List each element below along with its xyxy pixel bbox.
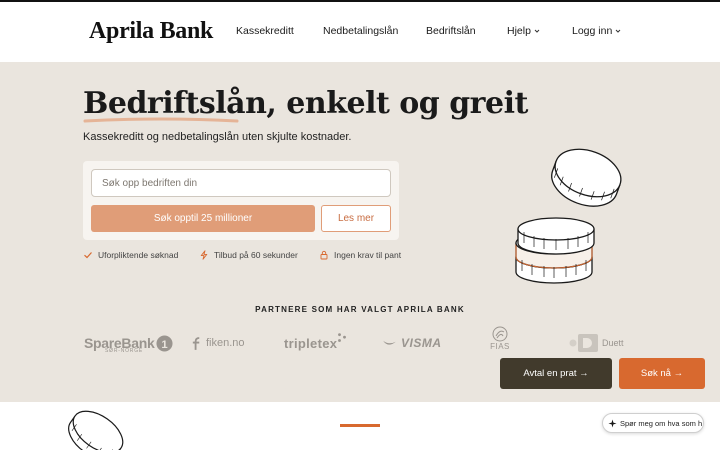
- partner-name: FIAS: [490, 342, 510, 351]
- duett-d-icon: [569, 334, 598, 352]
- lock-icon: [320, 250, 328, 260]
- partner-name: Duett: [602, 338, 624, 348]
- title-underline-decoration: [83, 117, 239, 123]
- search-card: Søk opptil 25 millioner Les mer: [83, 161, 399, 240]
- feature-label: Uforpliktende søknad: [98, 250, 179, 260]
- partners-heading: PARTNERE SOM HAR VALGT APRILA BANK: [255, 305, 465, 314]
- fias-emblem-icon: [492, 326, 508, 342]
- hero-title: Bedriftslån, enkelt og greit: [83, 86, 528, 121]
- bottom-coin-illustration: [68, 410, 124, 450]
- sparkle-icon: [608, 418, 617, 428]
- chevron-down-icon: [534, 29, 540, 33]
- check-icon: [84, 252, 92, 259]
- feature-label: Ingen krav til pant: [334, 250, 402, 260]
- nav-hjelp[interactable]: Hjelp: [507, 25, 541, 37]
- chat-label: Spør meg om hva som h: [620, 418, 703, 428]
- book-meeting-button[interactable]: Avtal en prat →: [500, 358, 612, 389]
- section-accent-divider: [340, 424, 380, 427]
- company-search-input[interactable]: [91, 169, 391, 197]
- partner-sparebank-logo[interactable]: SpareBank 1 SØR-NORGE: [84, 330, 173, 356]
- aprila-bank-logo[interactable]: Aprila Bank: [89, 18, 213, 45]
- partner-tripletex-logo[interactable]: tripletex: [284, 330, 347, 356]
- nav-bedriftslan[interactable]: Bedriftslån: [426, 25, 476, 37]
- nav-label: Bedriftslån: [426, 25, 476, 37]
- nav-label: Logg inn: [572, 25, 613, 37]
- partner-name: fiken.no: [206, 337, 245, 349]
- fiken-f-icon: [192, 336, 200, 350]
- svg-text:1: 1: [162, 338, 168, 350]
- nav-label: Kassekreditt: [236, 25, 294, 37]
- partner-name: tripletex: [284, 335, 338, 351]
- feature-no-collateral: Ingen krav til pant: [319, 250, 401, 260]
- apply-now-button[interactable]: Søk nå →: [619, 358, 705, 389]
- read-more-button[interactable]: Les mer: [321, 205, 391, 232]
- nav-nedbetalingslan[interactable]: Nedbetalingslån: [323, 25, 398, 37]
- chevron-down-icon: [615, 29, 621, 33]
- partner-name: VISMA: [401, 336, 442, 350]
- chat-widget-button[interactable]: Spør meg om hva som h: [602, 413, 704, 433]
- tripletex-dots-icon: [338, 333, 347, 342]
- hero-subtitle: Kassekreditt og nedbetalingslån uten skj…: [83, 131, 352, 143]
- feature-offer-60s: Tilbud på 60 sekunder: [199, 250, 298, 260]
- site-header: Aprila Bank Kassekreditt Nedbetalingslån…: [0, 2, 720, 62]
- feature-no-obligation: Uforpliktende søknad: [83, 250, 178, 260]
- feature-label: Tilbud på 60 sekunder: [214, 250, 298, 260]
- sparebank-one-icon: 1: [156, 334, 173, 352]
- lightning-icon: [200, 250, 208, 260]
- partner-visma-logo[interactable]: VISMA: [382, 330, 442, 356]
- nav-logg-inn[interactable]: Logg inn: [572, 25, 622, 37]
- nav-label: Hjelp: [507, 25, 531, 37]
- coin-stack-illustration: [515, 148, 622, 284]
- partner-fias-logo[interactable]: FIAS: [490, 326, 510, 358]
- partner-duett-logo[interactable]: Duett: [569, 330, 624, 356]
- partner-fiken-logo[interactable]: fiken.no: [191, 330, 245, 356]
- nav-kassekreditt[interactable]: Kassekreditt: [236, 25, 294, 37]
- partner-subname: SØR-NORGE: [105, 348, 144, 354]
- nav-label: Nedbetalingslån: [323, 25, 399, 37]
- apply-loan-button[interactable]: Søk opptil 25 millioner: [91, 205, 315, 232]
- visma-swoosh-icon: [383, 340, 396, 345]
